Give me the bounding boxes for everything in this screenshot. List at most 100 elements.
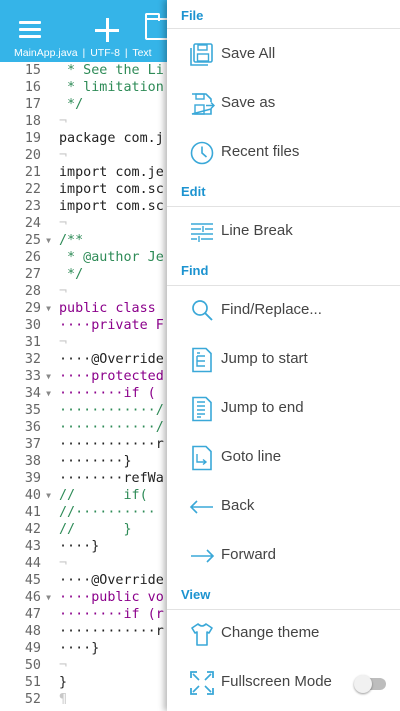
code-line: // } <box>59 522 132 537</box>
menu-item-label: Save All <box>221 45 276 62</box>
hamburger-icon[interactable] <box>19 21 43 39</box>
line-number: 35 <box>0 402 54 419</box>
fold-arrow-icon[interactable]: ▼ <box>46 232 51 249</box>
line-number-text: 22 <box>24 182 41 197</box>
line-number: 33 ▼ <box>0 368 54 385</box>
line-number-text: 43 <box>24 539 41 554</box>
save-as-icon <box>191 93 215 115</box>
line-number: 49 <box>0 640 54 657</box>
menu-item-label: Fullscreen Mode <box>221 673 332 690</box>
save-all-icon <box>190 43 213 66</box>
separator: | <box>124 47 128 59</box>
fold-arrow-icon[interactable]: ▼ <box>46 385 51 402</box>
code-line: ········if (r <box>59 607 164 622</box>
line-number-text: 51 <box>24 675 41 690</box>
file-encoding[interactable]: UTF-8 <box>90 47 120 59</box>
menu-item-label: Change theme <box>221 624 320 641</box>
line-number: 50 <box>0 657 54 674</box>
line-number-text: 34 <box>24 386 41 401</box>
fullscreen-icon <box>190 671 214 695</box>
code-line: package com.j <box>59 131 164 146</box>
clock-icon <box>190 141 214 165</box>
fullscreen-toggle[interactable] <box>354 675 386 693</box>
line-number: 36 <box>0 419 54 436</box>
file-info-bar: MainApp.java | UTF-8 | Text <box>14 47 154 59</box>
menu-item-label: Save as <box>221 94 276 111</box>
code-line: ¶ <box>59 692 68 707</box>
menu-item-recent-files[interactable]: Recent files <box>167 130 400 174</box>
line-number: 41 <box>0 504 54 521</box>
line-number-text: 16 <box>24 80 41 95</box>
line-number: 43 <box>0 538 54 555</box>
menu-item-line-break[interactable]: Line Break <box>167 209 400 253</box>
file-name: MainApp.java <box>14 47 78 59</box>
tshirt-icon <box>191 623 213 646</box>
code-line: */ <box>59 267 84 282</box>
line-number-text: 23 <box>24 199 41 214</box>
menu-item-goto-line[interactable]: Goto line <box>167 435 400 479</box>
fold-arrow-icon[interactable]: ▼ <box>46 368 51 385</box>
divider <box>167 285 400 286</box>
fold-arrow-icon[interactable]: ▼ <box>46 589 51 606</box>
line-number-text: 38 <box>24 454 41 469</box>
code-line: /** <box>59 233 84 248</box>
code-line: ¬ <box>59 335 68 350</box>
line-number-text: 47 <box>24 607 41 622</box>
menu-item-find-replace[interactable]: Find/Replace... <box>167 288 400 332</box>
line-number: 42 <box>0 521 54 538</box>
fold-arrow-icon[interactable]: ▼ <box>46 300 51 317</box>
code-line: ············r <box>59 624 164 639</box>
line-number-text: 15 <box>24 63 41 78</box>
divider <box>167 28 400 29</box>
menu-item-jump-to-end[interactable]: Jump to end <box>167 386 400 430</box>
line-number: 29 ▼ <box>0 300 54 317</box>
menu-item-back[interactable]: Back <box>167 484 400 528</box>
code-line: import com.je <box>59 165 164 180</box>
file-type[interactable]: Text <box>132 47 151 59</box>
code-line: //·········· <box>59 505 156 520</box>
line-number-text: 37 <box>24 437 41 452</box>
menu-item-fullscreen-mode[interactable]: Fullscreen Mode <box>167 660 400 704</box>
code-line: ¬ <box>59 114 68 129</box>
line-number: 45 <box>0 572 54 589</box>
search-icon <box>192 300 213 321</box>
line-number: 27 <box>0 266 54 283</box>
line-number: 19 <box>0 130 54 147</box>
line-number: 17 <box>0 96 54 113</box>
line-number: 39 <box>0 470 54 487</box>
line-number: 22 <box>0 181 54 198</box>
menu-item-label: Jump to start <box>221 350 308 367</box>
line-number-text: 21 <box>24 165 41 180</box>
menu-item-jump-to-start[interactable]: Jump to start <box>167 337 400 381</box>
code-line: ········if ( <box>59 386 156 401</box>
code-line: ¬ <box>59 556 68 571</box>
code-line: ············/ <box>59 420 164 435</box>
line-number-text: 31 <box>24 335 41 350</box>
line-number: 26 <box>0 249 54 266</box>
line-number: 15 <box>0 62 54 79</box>
menu-item-save-as[interactable]: Save as <box>167 81 400 125</box>
line-number: 23 <box>0 198 54 215</box>
line-number-text: 29 <box>24 301 41 316</box>
code-line: ········refWa <box>59 471 164 486</box>
code-line: ¬ <box>59 148 68 163</box>
toggle-knob <box>354 675 372 693</box>
line-number: 31 <box>0 334 54 351</box>
line-number-text: 33 <box>24 369 41 384</box>
section-title-file: File <box>181 8 204 23</box>
menu-item-save-all[interactable]: Save All <box>167 32 400 76</box>
line-break-icon <box>191 223 213 242</box>
menu-item-label: Find/Replace... <box>221 301 322 318</box>
code-line: ¬ <box>59 284 68 299</box>
menu-item-forward[interactable]: Forward <box>167 533 400 577</box>
line-number-text: 26 <box>24 250 41 265</box>
line-number: 47 <box>0 606 54 623</box>
fold-arrow-icon[interactable]: ▼ <box>46 487 51 504</box>
line-number: 21 <box>0 164 54 181</box>
code-editor[interactable]: 15 16 17 18 19 20 21 22 23 24 25 ▼ 26 27 28 29 ▼ 30 31 32 33… <box>0 62 170 711</box>
code-line: ····private F <box>59 318 164 333</box>
plus-icon[interactable] <box>95 18 119 42</box>
line-number: 18 <box>0 113 54 130</box>
line-number-text: 24 <box>24 216 41 231</box>
menu-item-change-theme[interactable]: Change theme <box>167 611 400 655</box>
